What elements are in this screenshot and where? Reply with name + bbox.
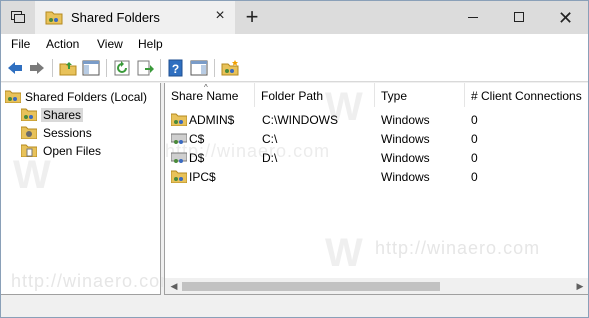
client-connections: 0 [471,132,478,146]
menu-action[interactable]: Action [46,37,79,51]
menu-view[interactable]: View [97,37,123,51]
status-bar [1,296,588,317]
forward-arrow-icon[interactable] [28,59,46,77]
drive-share-icon [171,152,187,163]
folder-path: D:\ [262,151,278,165]
close-button[interactable]: ✕ [542,1,588,34]
refresh-icon[interactable] [113,59,131,77]
scroll-left-icon[interactable]: ◀ [167,280,181,293]
tree-root-label: Shared Folders (Local) [25,90,148,104]
tree-item-label: Sessions [43,126,92,140]
menu-file[interactable]: File [11,37,30,51]
client-connections: 0 [471,151,478,165]
tab-title: Shared Folders [71,10,160,25]
new-tab-button[interactable]: + [239,5,265,31]
share-folder-icon [171,170,187,183]
shared-folders-window: Shared Folders × + ✕ File Action View He… [0,0,589,318]
new-share-icon[interactable] [221,59,239,77]
shares-list-view: W http://winaero.com W http://winaero.co… [164,83,588,295]
tab-close-icon[interactable]: × [213,8,227,24]
menu-help[interactable]: Help [138,37,163,51]
maximize-icon [514,12,524,22]
client-connections: 0 [471,113,478,127]
share-name: D$ [189,151,205,165]
share-type: Windows [381,132,430,146]
menu-bar: File Action View Help [1,34,588,54]
show-hide-tree-icon[interactable] [82,59,100,77]
column-header-folder-path[interactable]: Folder Path [255,83,375,107]
toolbar: ? [1,54,588,82]
share-type: Windows [381,170,430,184]
export-list-icon[interactable] [136,59,154,77]
shared-folder-icon [45,11,63,25]
folder-path: C:\WINDOWS [262,113,338,127]
column-header-share-name[interactable]: ^ Share Name [165,83,255,107]
share-name: ADMIN$ [189,113,235,127]
share-type: Windows [381,151,430,165]
maximize-button[interactable] [496,1,542,34]
share-type: Windows [381,113,430,127]
folder-path: C:\ [262,132,278,146]
app-menu-button[interactable] [1,1,35,34]
table-row[interactable]: ADMIN$ C:\WINDOWS Windows 0 [165,110,588,129]
tab-shared-folders[interactable]: Shared Folders × [35,1,235,34]
minimize-icon [468,17,478,18]
share-folder-icon [21,108,37,121]
minimize-button[interactable] [450,1,496,34]
column-header-type[interactable]: Type [375,83,465,107]
client-connections: 0 [471,170,478,184]
up-folder-icon[interactable] [59,59,77,77]
column-header-client-connections[interactable]: # Client Connections [465,83,588,107]
drive-share-icon [171,133,187,144]
tree-item-label: Shares [41,108,84,122]
open-files-folder-icon [21,144,37,157]
sessions-folder-icon [21,126,37,139]
close-icon: ✕ [558,8,574,28]
table-row[interactable]: D$ D:\ Windows 0 [165,148,588,167]
tree-item-label: Open Files [43,144,102,158]
share-name: C$ [189,132,205,146]
table-row[interactable]: IPC$ Windows 0 [165,167,588,186]
properties-pane-icon[interactable] [190,59,208,77]
tree-pane: W http://winaero.com Shared Folders (Loc… [1,83,175,295]
sort-ascending-icon: ^ [204,83,208,92]
back-arrow-icon[interactable] [6,59,24,77]
title-bar: Shared Folders × + ✕ [1,1,588,34]
help-icon[interactable]: ? [167,59,185,77]
scroll-right-icon[interactable]: ▶ [573,280,587,293]
share-folder-icon [171,113,187,126]
svg-text:?: ? [172,62,179,76]
share-name: IPC$ [189,170,216,184]
table-row[interactable]: C$ C:\ Windows 0 [165,129,588,148]
horizontal-scrollbar[interactable]: ◀ ▶ [165,278,588,294]
scrollbar-thumb[interactable] [182,282,440,291]
shared-folder-icon [5,90,21,103]
